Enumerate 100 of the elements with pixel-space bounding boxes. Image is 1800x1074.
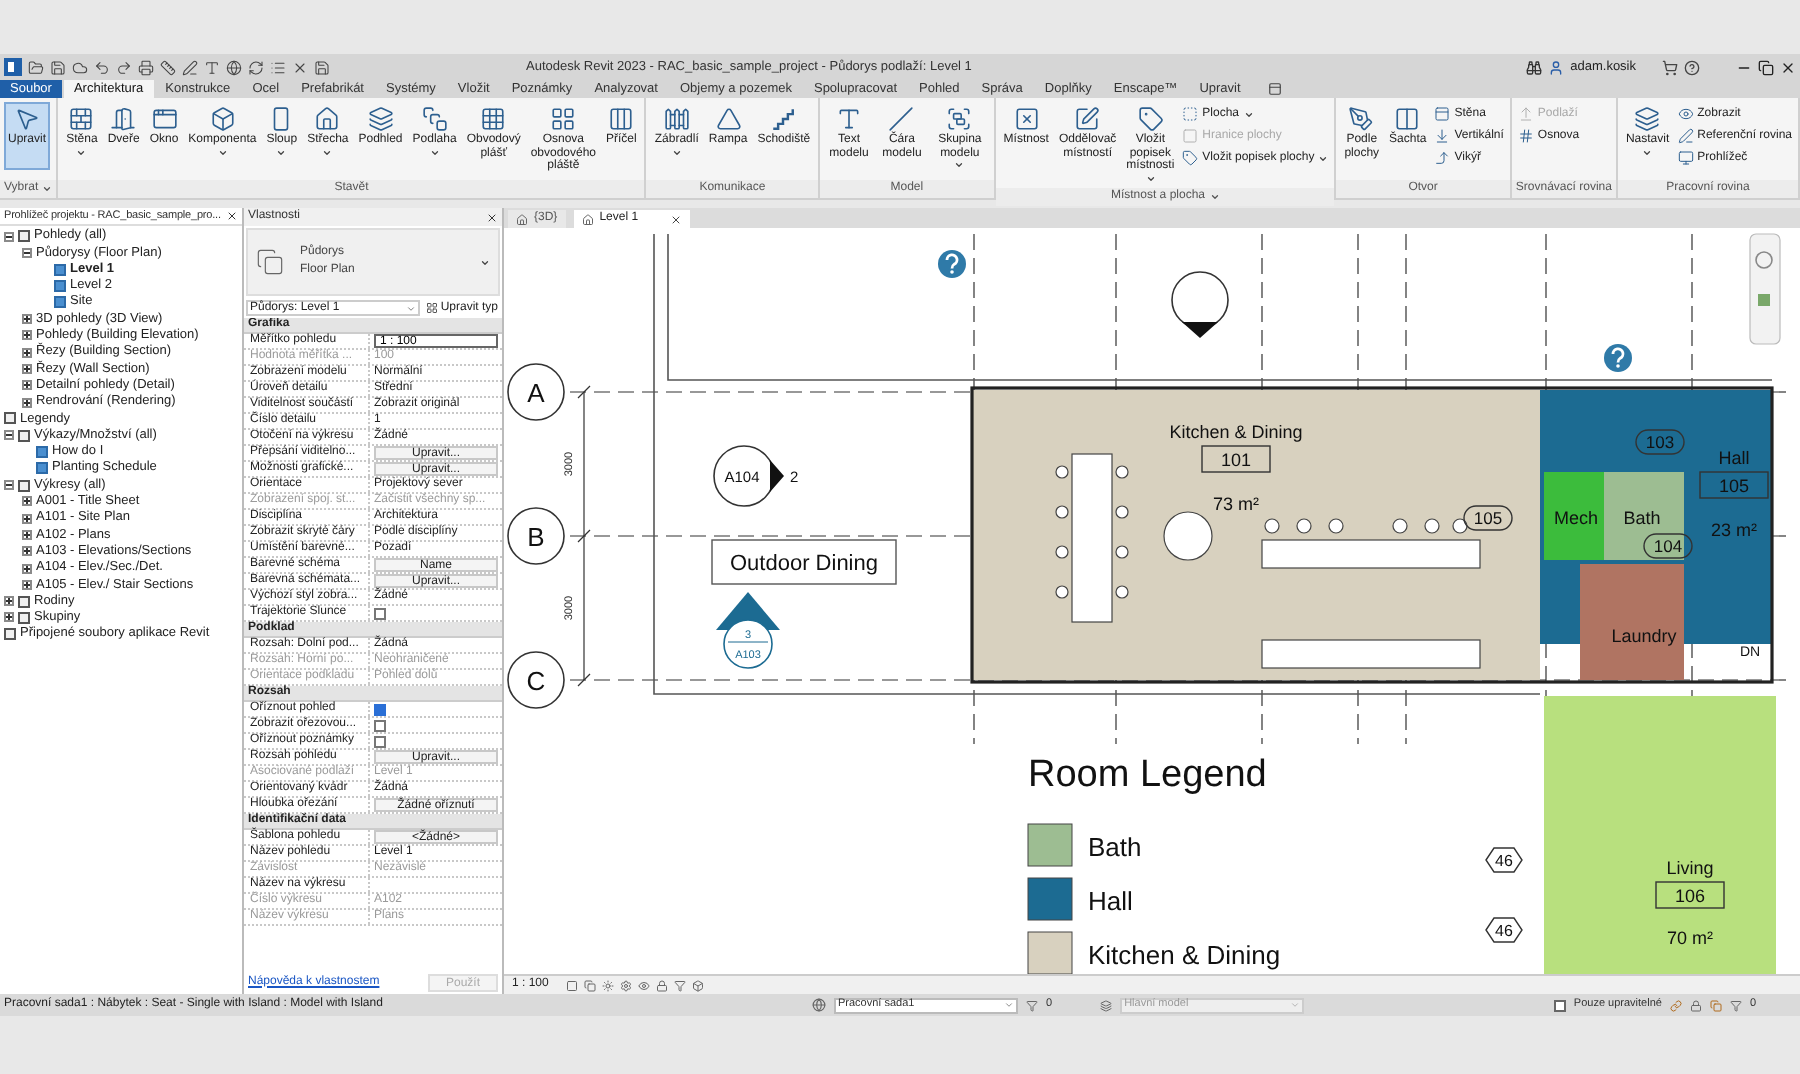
expand-toggle[interactable]: [22, 380, 32, 391]
filter-icon[interactable]: [674, 979, 687, 991]
expand-toggle[interactable]: [22, 347, 32, 358]
box-icon: [209, 106, 236, 132]
group-icon: [946, 106, 973, 132]
help-icon[interactable]: [1604, 344, 1632, 372]
panel-toggle-icon[interactable]: [1268, 82, 1283, 96]
room-area[interactable]: [1544, 472, 1604, 560]
list-icon[interactable]: [270, 59, 286, 75]
layers-icon[interactable]: [1100, 999, 1113, 1011]
expand-toggle[interactable]: [4, 430, 14, 441]
tag-icon: [1182, 150, 1199, 166]
caret-icon: [671, 147, 682, 157]
undo-icon[interactable]: [94, 59, 110, 75]
text-icon[interactable]: [204, 59, 220, 75]
text-icon: [835, 106, 862, 132]
expand-toggle[interactable]: [4, 596, 14, 607]
cloud-icon[interactable]: [72, 59, 88, 75]
checkbox[interactable]: [374, 703, 386, 715]
caret-icon[interactable]: [42, 184, 53, 194]
legend-title: Room Legend: [1028, 754, 1267, 796]
caret-icon: [429, 147, 440, 157]
edit-square-icon: [1074, 106, 1101, 132]
lock-icon[interactable]: [1689, 999, 1702, 1011]
close-icon[interactable]: [669, 213, 682, 225]
triangle-icon: [715, 106, 742, 132]
room-number-tag: 101: [1201, 445, 1271, 473]
expand-toggle[interactable]: [22, 247, 32, 258]
filter-icon[interactable]: [1729, 999, 1742, 1011]
monitor-icon: [1677, 150, 1694, 166]
square-icon[interactable]: [566, 979, 579, 991]
room-area-label: 73 m²: [1213, 494, 1259, 514]
save-icon[interactable]: [50, 59, 66, 75]
sun-icon[interactable]: [602, 979, 615, 991]
expand-toggle[interactable]: [22, 314, 32, 325]
level-tag: 46: [1485, 847, 1523, 873]
room-number-tag: 105: [1699, 471, 1769, 499]
cart-icon[interactable]: [1662, 59, 1678, 75]
close-window-icon[interactable]: [292, 59, 308, 75]
expand-toggle[interactable]: [22, 513, 32, 524]
ruler-icon[interactable]: [160, 59, 176, 75]
legend-label: Hall: [1088, 886, 1133, 916]
room-name: Hall: [1718, 448, 1750, 468]
expand-toggle[interactable]: [22, 529, 32, 540]
box-icon[interactable]: [692, 979, 705, 991]
close-icon[interactable]: [226, 210, 238, 222]
grid-icon: [480, 106, 507, 132]
checkbox[interactable]: [374, 719, 386, 731]
window-icon: [151, 106, 177, 132]
legend-label: Bath: [1088, 832, 1142, 862]
gear-icon[interactable]: [620, 979, 633, 991]
help-icon[interactable]: [938, 250, 966, 278]
filter-icon[interactable]: [1026, 999, 1038, 1011]
copy-icon[interactable]: [584, 979, 597, 991]
folder-icon[interactable]: [28, 59, 44, 75]
room-area[interactable]: [1604, 472, 1684, 560]
round-table: [1163, 511, 1213, 561]
pen-icon[interactable]: [182, 59, 198, 75]
expand-toggle[interactable]: [22, 397, 32, 408]
expand-toggle[interactable]: [4, 480, 14, 491]
checkbox[interactable]: [374, 607, 386, 619]
redo-icon[interactable]: [116, 59, 132, 75]
caret-icon[interactable]: [1209, 191, 1219, 201]
level-tag: 46: [1485, 917, 1523, 943]
expand-toggle[interactable]: [4, 612, 14, 623]
caret-icon: [276, 147, 287, 157]
arrow-up-icon: [1517, 106, 1534, 122]
link-icon[interactable]: [1669, 999, 1682, 1011]
expand-toggle[interactable]: [22, 546, 32, 557]
plan-view-icon: [256, 248, 284, 276]
expand-toggle[interactable]: [22, 579, 32, 590]
expand-toggle[interactable]: [22, 496, 32, 507]
expand-toggle[interactable]: [22, 563, 32, 574]
globe-icon[interactable]: [226, 59, 242, 75]
pointer-icon: [14, 106, 40, 132]
close-icon[interactable]: [1780, 59, 1796, 75]
user-icon[interactable]: [1548, 59, 1565, 75]
eye-icon[interactable]: [638, 979, 651, 991]
expand-toggle[interactable]: [22, 364, 32, 375]
checkbox[interactable]: [1553, 999, 1566, 1011]
layers-icon: [367, 106, 394, 132]
restore-icon[interactable]: [1758, 59, 1774, 75]
expand-toggle[interactable]: [4, 231, 14, 242]
close-icon[interactable]: [486, 211, 498, 223]
caret-icon: [480, 257, 490, 267]
expand-toggle[interactable]: [22, 330, 32, 341]
house-icon: [516, 213, 528, 225]
checkbox[interactable]: [374, 735, 386, 747]
line-icon: [888, 106, 915, 132]
caret-icon: [76, 147, 87, 157]
lock-icon[interactable]: [656, 979, 669, 991]
save-icon[interactable]: [314, 59, 330, 75]
refresh-icon[interactable]: [248, 59, 264, 75]
printer-icon[interactable]: [138, 59, 154, 75]
globe-icon[interactable]: [812, 998, 826, 1012]
binoculars-icon[interactable]: [1526, 59, 1543, 75]
category-icon: [18, 479, 30, 492]
stairs-icon: [770, 106, 797, 132]
help-icon[interactable]: [1684, 59, 1700, 75]
app-logo-icon[interactable]: [4, 58, 22, 76]
